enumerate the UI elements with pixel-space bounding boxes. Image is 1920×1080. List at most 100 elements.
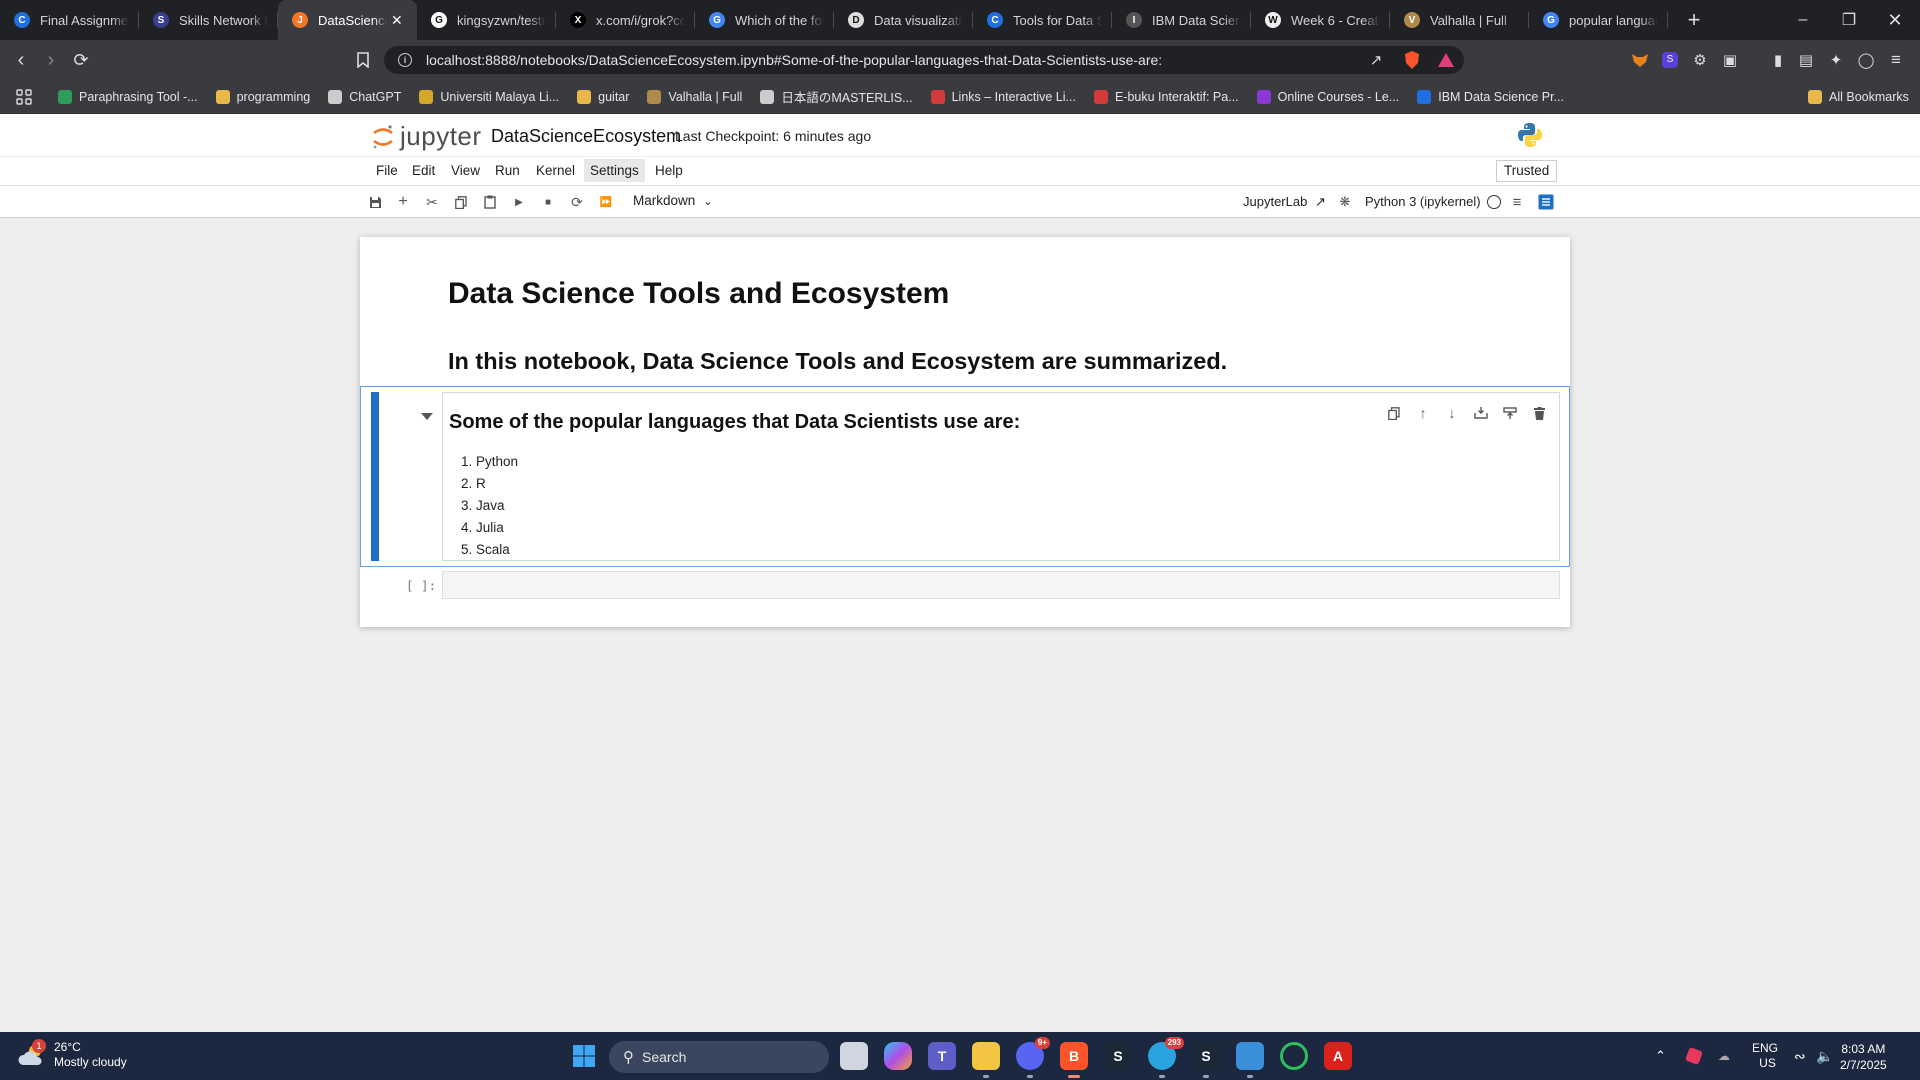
bookmark-item[interactable]: Valhalla | Full	[647, 89, 742, 104]
leo-ai-icon[interactable]: ✦	[1826, 50, 1846, 70]
browser-tab[interactable]: C Tools for Data Science	[973, 0, 1112, 40]
share-icon[interactable]: ↗	[1366, 50, 1386, 70]
insert-cell-below-icon[interactable]	[1472, 404, 1490, 422]
start-windows-icon[interactable]	[570, 1042, 598, 1070]
tray-app-icon[interactable]	[1685, 1032, 1703, 1080]
browser-tab[interactable]: G Which of the following	[695, 0, 834, 40]
app-blue-icon[interactable]	[1236, 1042, 1264, 1070]
add-cell-icon[interactable]: +	[393, 192, 413, 212]
new-tab-icon[interactable]: +	[1676, 7, 1712, 33]
brave-browser-icon[interactable]: B	[1060, 1042, 1088, 1070]
browser-tab[interactable]: Gkingsyzwn/testrepo	[417, 0, 556, 40]
notebook-title[interactable]: DataScienceEcosystem	[491, 126, 681, 147]
browser-tab[interactable]: Xx.com/i/grok?conversation	[556, 0, 695, 40]
address-bar[interactable]: i localhost:8888/notebooks/DataScienceEc…	[384, 46, 1464, 74]
bookmark-page-icon[interactable]	[348, 45, 378, 75]
bookmark-item[interactable]: ChatGPT	[328, 89, 401, 104]
jupyter-logo[interactable]: jupyter	[372, 121, 482, 152]
browser-tab[interactable]: S Skills Network Ed	[139, 0, 278, 40]
open-jupyterlab-link[interactable]: JupyterLab ↗	[1243, 194, 1326, 210]
menu-edit[interactable]: Edit	[406, 163, 441, 178]
move-cell-up-icon[interactable]: ↑	[1414, 404, 1432, 422]
extension-fox-icon[interactable]	[1630, 50, 1650, 70]
debugger-bug-icon[interactable]: ❋	[1335, 192, 1355, 212]
close-window-icon[interactable]: ✕	[1872, 0, 1918, 40]
kernel-name[interactable]: Python 3 (ipykernel)	[1365, 194, 1481, 209]
bookmark-item[interactable]: IBM Data Science Pr...	[1417, 89, 1564, 104]
cell-selection-bar[interactable]	[371, 392, 379, 561]
all-bookmarks-folder[interactable]: All Bookmarks	[1808, 90, 1909, 104]
menu-file[interactable]: File	[370, 163, 404, 178]
forward-icon[interactable]: ›	[36, 45, 66, 75]
discord-icon[interactable]: 9+	[1016, 1037, 1050, 1070]
weather-widget[interactable]: 1 26°C Mostly cloudy	[18, 1039, 127, 1070]
menu-view[interactable]: View	[445, 163, 486, 178]
telegram-icon[interactable]: 293	[1148, 1037, 1184, 1070]
browser-menu-icon[interactable]: ≡	[1886, 50, 1906, 70]
bookmark-item[interactable]: guitar	[577, 89, 629, 104]
selected-markdown-cell[interactable]: Some of the popular languages that Data …	[360, 386, 1570, 567]
restart-run-all-icon[interactable]: ⏩	[596, 192, 616, 212]
volume-icon[interactable]: 🔈	[1816, 1032, 1833, 1080]
site-info-icon[interactable]: i	[398, 53, 412, 67]
interrupt-kernel-icon[interactable]: ■	[538, 192, 558, 212]
browser-tab[interactable]: W Week 6 - Create a	[1251, 0, 1390, 40]
minimize-icon[interactable]: –	[1780, 0, 1826, 40]
vpn-shield-icon[interactable]: ◯	[1856, 50, 1876, 70]
wallet-icon[interactable]: ▤	[1796, 50, 1816, 70]
steam-icon[interactable]: S	[1104, 1042, 1132, 1070]
cut-icon[interactable]: ✂	[422, 192, 442, 212]
paste-icon[interactable]	[480, 192, 500, 212]
bookmark-item[interactable]: programming	[215, 89, 310, 104]
sidebar-toggle-icon[interactable]: ▮	[1768, 50, 1788, 70]
steam-client-icon[interactable]: S	[1192, 1042, 1220, 1070]
browser-tab[interactable]: I IBM Data Science	[1112, 0, 1251, 40]
delete-cell-icon[interactable]	[1530, 404, 1548, 422]
browser-tab[interactable]: D Data visualization	[834, 0, 973, 40]
bookmark-item[interactable]: Universiti Malaya Li...	[419, 89, 559, 104]
browser-tab[interactable]: C Final Assignment	[0, 0, 139, 40]
browser-tab[interactable]: Gpopular languages	[1529, 0, 1668, 40]
copy-icon[interactable]	[451, 192, 471, 212]
task-view-icon[interactable]	[840, 1042, 868, 1070]
restart-kernel-icon[interactable]: ⟳	[567, 192, 587, 212]
input-language[interactable]: ENG US	[1752, 1032, 1778, 1080]
save-icon[interactable]	[365, 192, 385, 212]
bookmark-item[interactable]: 日本語のMASTERLIS...	[760, 87, 913, 106]
collapse-heading-icon[interactable]	[421, 413, 433, 420]
show-hidden-icons[interactable]: ⌃	[1655, 1032, 1666, 1080]
insert-cell-above-icon[interactable]	[1501, 404, 1519, 422]
bookmark-item[interactable]: Online Courses - Le...	[1256, 89, 1399, 104]
screenshot-icon[interactable]: ▣	[1720, 50, 1740, 70]
empty-code-cell[interactable]	[442, 571, 1560, 599]
app-green-ring-icon[interactable]	[1280, 1042, 1308, 1070]
extensions-puzzle-icon[interactable]: ⚙	[1690, 50, 1710, 70]
file-explorer-icon[interactable]	[972, 1042, 1000, 1070]
markdown-cell-content[interactable]: Some of the popular languages that Data …	[442, 392, 1560, 561]
bookmark-item[interactable]: Paraphrasing Tool -...	[58, 89, 198, 104]
acrobat-icon[interactable]: A	[1324, 1042, 1352, 1070]
browser-tab[interactable]: V Valhalla | Full	[1390, 0, 1529, 40]
cell-type-dropdown[interactable]: Markdown ⌄	[633, 193, 713, 208]
close-tab-icon[interactable]: ✕	[391, 12, 407, 29]
brave-shield-icon[interactable]	[1402, 50, 1422, 70]
system-clock[interactable]: 8:03 AM 2/7/2025	[1840, 1041, 1887, 1073]
bookmark-item[interactable]: E-buku Interaktif: Pa...	[1093, 89, 1239, 104]
move-cell-down-icon[interactable]: ↓	[1443, 404, 1461, 422]
run-cell-icon[interactable]: ▶	[509, 192, 529, 212]
back-icon[interactable]: ‹	[6, 45, 36, 75]
reload-icon[interactable]: ⟳	[66, 45, 96, 75]
menu-run[interactable]: Run	[489, 163, 526, 178]
menu-help[interactable]: Help	[649, 163, 689, 178]
teams-icon[interactable]: T	[928, 1042, 956, 1070]
trusted-indicator[interactable]: Trusted	[1496, 160, 1558, 182]
brave-rewards-icon[interactable]	[1436, 50, 1456, 70]
wifi-icon[interactable]: ∾	[1794, 1032, 1806, 1080]
table-of-contents-icon[interactable]	[1536, 192, 1556, 212]
network-offline-icon[interactable]: ☁	[1718, 1032, 1730, 1080]
taskbar-search[interactable]: ⚲ Search	[609, 1041, 829, 1073]
extension-purple-icon[interactable]: S	[1660, 50, 1680, 70]
menu-settings[interactable]: Settings	[584, 159, 645, 182]
list-view-icon[interactable]: ≡	[1507, 192, 1527, 212]
copilot-icon[interactable]	[884, 1042, 912, 1070]
